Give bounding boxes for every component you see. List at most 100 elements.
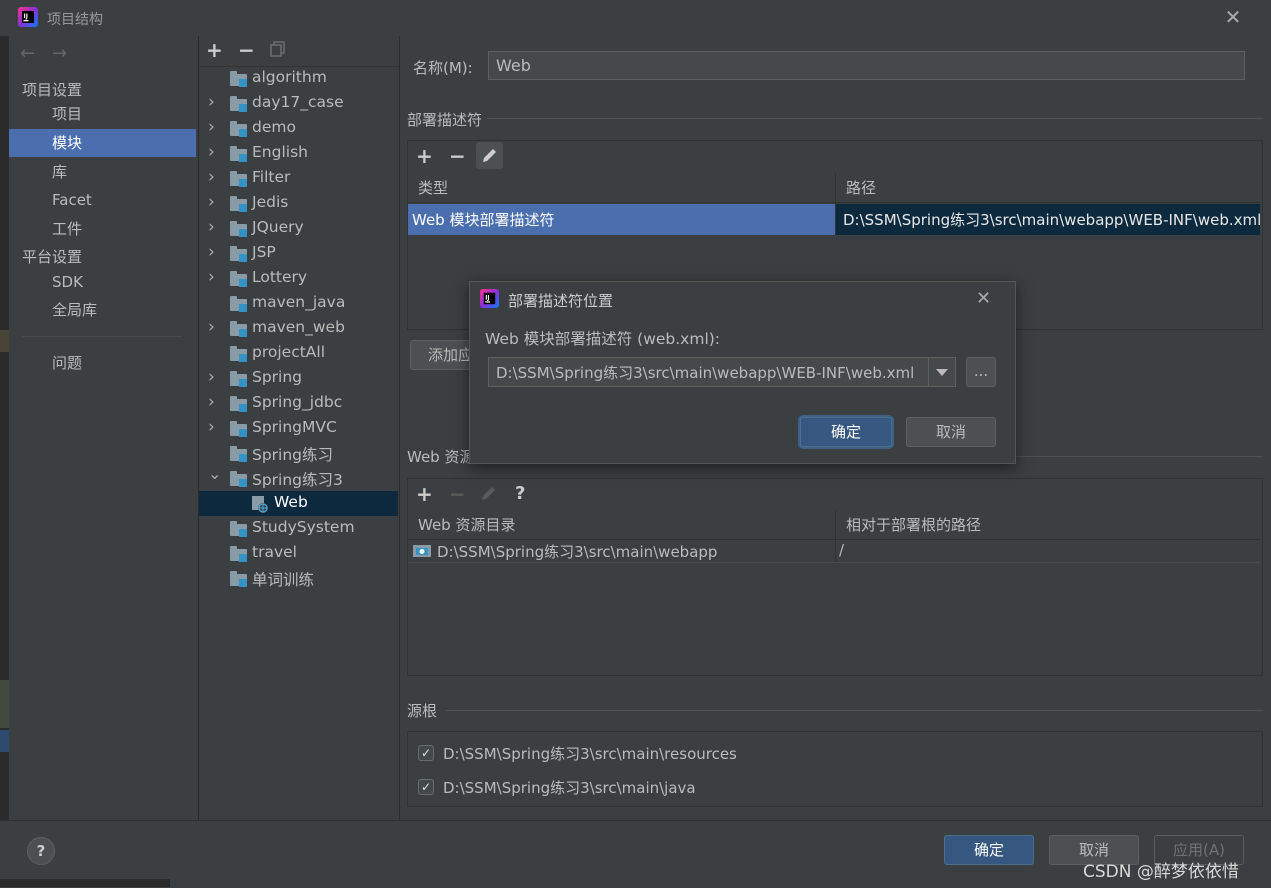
tree-item-module[interactable]: StudySystem: [199, 516, 398, 541]
tree-item-module[interactable]: › Spring_jdbc: [199, 391, 398, 416]
tree-item-label: travel: [252, 543, 297, 561]
chevron-right-icon[interactable]: ›: [208, 167, 218, 187]
dialog-cancel-button[interactable]: 取消: [906, 417, 996, 447]
nav-section-platform-settings: 平台设置: [22, 248, 83, 266]
nav-item-modules[interactable]: 模块: [9, 129, 196, 157]
descriptor-type-header[interactable]: 类型: [408, 173, 835, 203]
module-folder-icon: [230, 346, 247, 362]
module-folder-icon: [230, 321, 247, 337]
dialog-ok-button[interactable]: 确定: [800, 417, 892, 447]
chevron-right-icon[interactable]: ›: [208, 317, 218, 337]
chevron-right-icon[interactable]: ›: [208, 142, 218, 162]
deploy-descriptor-group-title: 部署描述符: [407, 111, 483, 129]
web-resource-relative-path-cell: /: [839, 541, 845, 559]
tree-item-label: Web: [274, 493, 308, 511]
help-question-icon[interactable]: ?: [515, 483, 525, 504]
name-input[interactable]: Web: [488, 51, 1245, 80]
chevron-right-icon[interactable]: ›: [208, 192, 218, 212]
tree-item-label: Spring练习3: [252, 471, 343, 489]
tree-item-module[interactable]: › SpringMVC: [199, 416, 398, 441]
chevron-down-icon[interactable]: [936, 369, 948, 376]
tree-item-label: StudySystem: [252, 518, 355, 536]
chevron-right-icon[interactable]: ›: [208, 392, 218, 412]
group-divider: [487, 118, 1263, 119]
nav-item-artifacts[interactable]: 工件: [9, 215, 196, 243]
tree-item-module[interactable]: › Spring: [199, 366, 398, 391]
nav-item-problems[interactable]: 问题: [9, 349, 196, 377]
nav-item-project[interactable]: 项目: [9, 100, 196, 128]
tree-item-facet[interactable]: Web: [199, 491, 398, 516]
chevron-right-icon[interactable]: ›: [208, 117, 218, 137]
descriptor-path-cell: D:\SSM\Spring练习3\src\main\webapp\WEB-INF…: [843, 211, 1262, 229]
web-resource-group-title: Web 资源: [407, 448, 475, 466]
tree-item-label: English: [252, 143, 308, 161]
descriptor-path-combobox[interactable]: D:\SSM\Spring练习3\src\main\webapp\WEB-INF…: [488, 357, 956, 387]
tree-item-label: SpringMVC: [252, 418, 337, 436]
web-resource-relative-path-header[interactable]: 相对于部署根的路径: [836, 510, 1261, 540]
descriptor-path-cell-bg[interactable]: D:\SSM\Spring练习3\src\main\webapp\WEB-INF…: [836, 204, 1262, 235]
dialog-close-icon[interactable]: ✕: [976, 288, 991, 309]
module-folder-icon: [230, 121, 247, 137]
nav-item-libraries[interactable]: 库: [9, 158, 196, 186]
add-module-icon[interactable]: +: [206, 38, 223, 62]
tree-item-module[interactable]: 单词训练: [199, 566, 398, 591]
nav-item-sdk[interactable]: SDK: [9, 268, 196, 296]
module-folder-icon: [230, 546, 247, 562]
module-folder-icon: [230, 521, 247, 537]
tree-item-module[interactable]: › Jedis: [199, 191, 398, 216]
chevron-right-icon[interactable]: ›: [208, 417, 218, 437]
tree-item-module[interactable]: ⌄ Spring练习3: [199, 464, 398, 491]
tree-item-module[interactable]: algorithm: [199, 66, 398, 91]
intellij-dialog-icon: IJ: [480, 289, 499, 308]
tree-item-module[interactable]: maven_java: [199, 291, 398, 316]
add-web-resource-icon[interactable]: +: [416, 482, 433, 506]
nav-item-facet[interactable]: Facet: [9, 186, 196, 214]
back-arrow-icon[interactable]: ←: [20, 43, 35, 64]
tree-item-label: Lottery: [252, 268, 308, 286]
chevron-right-icon[interactable]: ›: [208, 367, 218, 387]
chevron-right-icon[interactable]: ›: [208, 92, 218, 112]
edit-descriptor-icon[interactable]: [476, 142, 503, 169]
nav-item-global-libraries[interactable]: 全局库: [9, 296, 196, 324]
source-root-resources-checkbox[interactable]: ✓: [418, 745, 434, 761]
descriptor-type-cell: Web 模块部署描述符: [412, 211, 555, 229]
web-resource-row[interactable]: D:\SSM\Spring练习3\src\main\webapp /: [408, 541, 1261, 563]
close-window-icon[interactable]: ✕: [1222, 6, 1244, 28]
chevron-right-icon[interactable]: ›: [208, 242, 218, 262]
tree-item-module[interactable]: › day17_case: [199, 91, 398, 116]
source-root-java-path: D:\SSM\Spring练习3\src\main\java: [443, 779, 696, 797]
web-resource-panel: [407, 478, 1263, 676]
tree-item-module[interactable]: Spring练习: [199, 441, 398, 466]
ok-button[interactable]: 确定: [944, 835, 1034, 865]
forward-arrow-icon[interactable]: →: [52, 43, 67, 64]
tree-item-module[interactable]: travel: [199, 541, 398, 566]
combobox-divider: [928, 358, 929, 386]
chevron-down-icon[interactable]: ⌄: [208, 464, 221, 483]
descriptor-path-header[interactable]: 路径: [836, 173, 1261, 203]
tree-item-module[interactable]: › Lottery: [199, 266, 398, 291]
remove-module-icon[interactable]: −: [238, 38, 255, 62]
group-divider: [445, 710, 1263, 711]
source-root-java-checkbox[interactable]: ✓: [418, 779, 434, 795]
chevron-right-icon[interactable]: ›: [208, 217, 218, 237]
descriptor-row-selected[interactable]: Web 模块部署描述符: [408, 204, 835, 235]
add-descriptor-icon[interactable]: +: [416, 144, 433, 168]
tree-item-module[interactable]: › demo: [199, 116, 398, 141]
tree-item-label: 单词训练: [252, 571, 315, 589]
tree-item-module[interactable]: › English: [199, 141, 398, 166]
web-resource-dir-header[interactable]: Web 资源目录: [408, 510, 835, 540]
intellij-app-icon: IJ: [18, 7, 38, 27]
chevron-right-icon[interactable]: ›: [208, 267, 218, 287]
tree-item-module[interactable]: › JSP: [199, 241, 398, 266]
copy-module-icon[interactable]: [270, 41, 286, 57]
tree-item-module[interactable]: › maven_web: [199, 316, 398, 341]
tree-item-module[interactable]: › Filter: [199, 166, 398, 191]
tree-item-module[interactable]: › JQuery: [199, 216, 398, 241]
remove-descriptor-icon[interactable]: −: [449, 144, 466, 168]
browse-button[interactable]: ...: [966, 357, 996, 387]
module-folder-icon: [230, 421, 247, 437]
source-root-resources-path: D:\SSM\Spring练习3\src\main\resources: [443, 745, 737, 763]
tree-item-module[interactable]: projectAll: [199, 341, 398, 366]
dialog-title: 部署描述符位置: [508, 292, 614, 310]
help-button[interactable]: ?: [27, 837, 55, 865]
